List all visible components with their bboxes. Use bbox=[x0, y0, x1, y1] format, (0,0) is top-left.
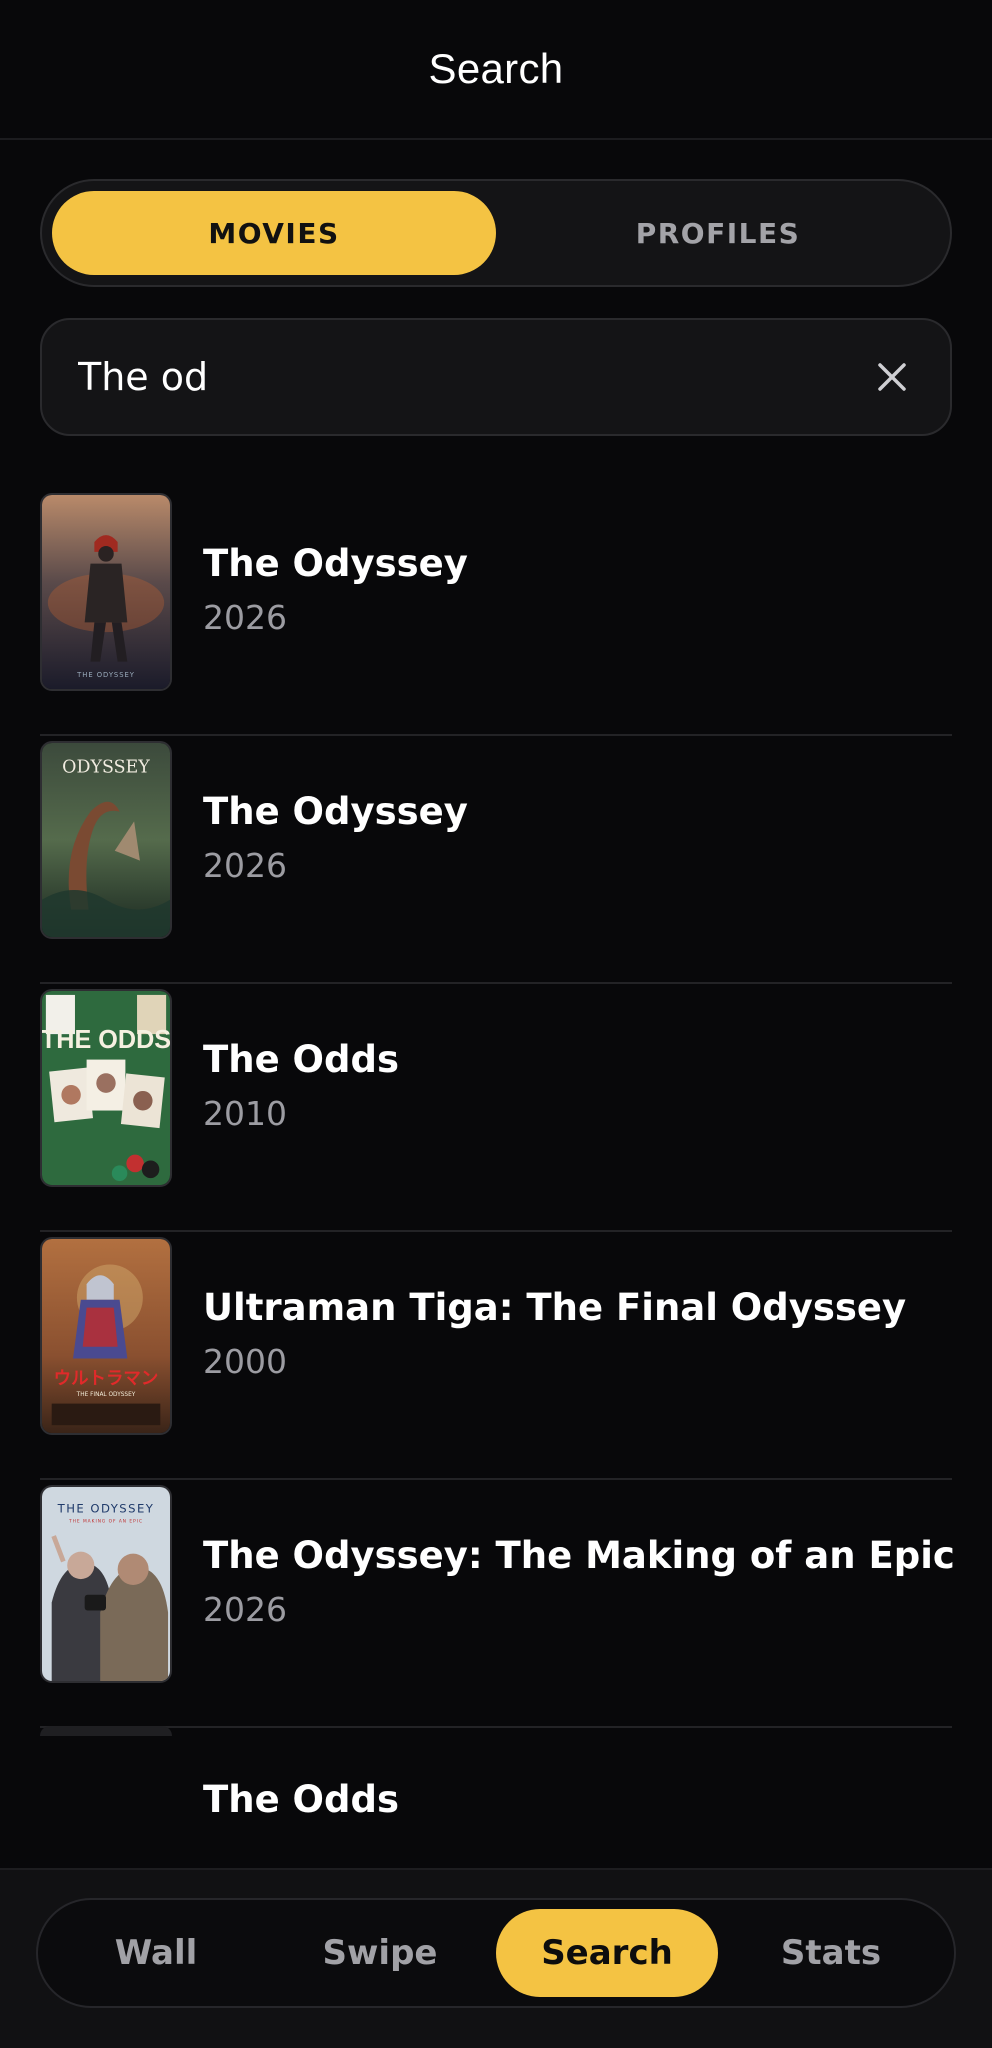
movie-title: Ultraman Tiga: The Final Odyssey bbox=[203, 1286, 907, 1329]
list-item[interactable]: The Odds bbox=[40, 1726, 952, 1866]
segment-profiles[interactable]: PROFILES bbox=[496, 191, 940, 275]
movie-title: The Odyssey: The Making of an Epic bbox=[203, 1534, 955, 1577]
segment-movies[interactable]: MOVIES bbox=[52, 191, 496, 275]
clear-search-button[interactable] bbox=[862, 347, 922, 407]
page-title: Search bbox=[428, 45, 564, 92]
movie-poster bbox=[40, 1726, 172, 1736]
tab-stats[interactable]: Stats bbox=[720, 1909, 942, 1997]
svg-text:ODYSSEY: ODYSSEY bbox=[62, 757, 150, 777]
movie-poster: ウルトラマン THE FINAL ODYSSEY bbox=[40, 1237, 172, 1435]
movie-poster: ODYSSEY bbox=[40, 741, 172, 939]
close-icon bbox=[878, 363, 906, 391]
search-field bbox=[40, 318, 952, 436]
search-input[interactable] bbox=[78, 320, 838, 434]
movie-poster: THE ODYSSEY bbox=[40, 493, 172, 691]
svg-text:THE ODYSSEY: THE ODYSSEY bbox=[76, 671, 135, 679]
movie-title: The Odds bbox=[203, 1038, 400, 1081]
list-item[interactable]: THE ODYSSEY The Odyssey 2026 bbox=[40, 490, 952, 736]
list-item[interactable]: THE ODDS The Odds 2010 bbox=[40, 986, 952, 1232]
svg-text:THE ODDS: THE ODDS bbox=[42, 1026, 170, 1054]
svg-text:THE ODYSSEY: THE ODYSSEY bbox=[57, 1501, 155, 1515]
movie-title: The Odyssey bbox=[203, 542, 468, 585]
tab-bar: Wall Swipe Search Stats bbox=[36, 1898, 956, 2008]
movie-poster: THE ODYSSEY THE MAKING OF AN EPIC bbox=[40, 1485, 172, 1683]
list-item[interactable]: ウルトラマン THE FINAL ODYSSEY Ultraman Tiga: … bbox=[40, 1234, 952, 1480]
movie-title: The Odds bbox=[203, 1778, 400, 1821]
tab-swipe[interactable]: Swipe bbox=[269, 1909, 491, 1997]
movie-year: 2000 bbox=[203, 1342, 287, 1381]
bottom-navigation: Wall Swipe Search Stats bbox=[0, 1868, 992, 2048]
movie-year: 2026 bbox=[203, 1590, 287, 1629]
list-item[interactable]: THE ODYSSEY THE MAKING OF AN EPIC The Od… bbox=[40, 1482, 955, 1728]
svg-text:ウルトラマン: ウルトラマン bbox=[54, 1369, 159, 1389]
search-type-segmented-control: MOVIES PROFILES bbox=[40, 179, 952, 287]
tab-search[interactable]: Search bbox=[496, 1909, 718, 1997]
header-bar: Search bbox=[0, 0, 992, 140]
svg-text:THE MAKING OF AN EPIC: THE MAKING OF AN EPIC bbox=[68, 1518, 143, 1524]
movie-year: 2010 bbox=[203, 1094, 287, 1133]
movie-year: 2026 bbox=[203, 846, 287, 885]
movie-poster: THE ODDS bbox=[40, 989, 172, 1187]
list-item[interactable]: ODYSSEY The Odyssey 2026 bbox=[40, 738, 952, 984]
svg-text:THE FINAL ODYSSEY: THE FINAL ODYSSEY bbox=[76, 1392, 136, 1398]
movie-year: 2026 bbox=[203, 598, 287, 637]
movie-title: The Odyssey bbox=[203, 790, 468, 833]
tab-wall[interactable]: Wall bbox=[45, 1909, 267, 1997]
search-results-list: THE ODYSSEY The Odyssey 2026 ODYSSEY The… bbox=[40, 490, 955, 1728]
